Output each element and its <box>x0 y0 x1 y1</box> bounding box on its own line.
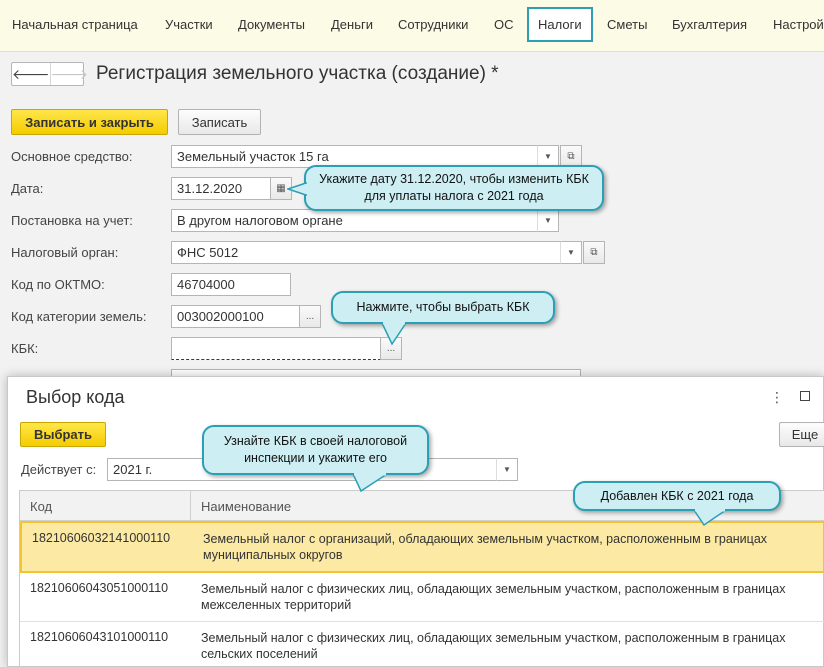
row-code: 18210606043101000110 <box>30 630 169 644</box>
forward-arrow-icon[interactable]: 🡒 <box>51 63 89 85</box>
asset-label: Основное средство: <box>11 149 133 164</box>
nav-item-accounting[interactable]: Бухгалтерия <box>672 17 747 32</box>
nav-item-plots[interactable]: Участки <box>165 17 213 32</box>
table-row[interactable]: 18210606043051000110 Земельный налог с ф… <box>20 573 824 622</box>
save-and-close-button[interactable]: Записать и закрыть <box>11 109 168 135</box>
oktmo-label: Код по ОКТМО: <box>11 277 105 292</box>
table-row[interactable]: 18210606032141000110 Земельный налог с о… <box>20 521 824 573</box>
row-code: 18210606032141000110 <box>32 531 171 545</box>
registration-label: Постановка на учет: <box>11 213 133 228</box>
date-hint-text: Укажите дату 31.12.2020, чтобы изменить … <box>319 172 589 203</box>
save-button[interactable]: Записать <box>178 109 261 135</box>
dialog-title: Выбор кода <box>26 387 125 407</box>
table-row[interactable]: 18210606043101000110 Земельный налог с ф… <box>20 622 824 667</box>
inspection-callout-tail-icon <box>351 473 390 493</box>
history-nav: 🡐 🡒 <box>11 62 88 86</box>
registration-dropdown-icon[interactable]: ▼ <box>537 209 559 232</box>
tax-authority-open-icon[interactable]: ⧉ <box>583 241 605 264</box>
nav-item-settings[interactable]: Настрой <box>773 17 824 32</box>
nav-item-home[interactable]: Начальная страница <box>12 17 138 32</box>
row-name: Земельный налог с физических лиц, облада… <box>201 582 786 612</box>
land-category-label: Код категории земель: <box>11 309 147 324</box>
kbk-hint-text: Нажмите, чтобы выбрать КБК <box>356 300 530 314</box>
added-hint-callout: Добавлен КБК с 2021 года <box>573 481 781 511</box>
date-field[interactable]: 31.12.2020 <box>171 177 271 200</box>
land-category-field[interactable]: 003002000100 <box>171 305 300 328</box>
back-arrow-icon[interactable]: 🡐 <box>12 63 51 85</box>
kbk-label: КБК: <box>11 341 39 356</box>
kbk-field[interactable] <box>171 337 381 360</box>
date-hint-callout: Укажите дату 31.12.2020, чтобы изменить … <box>304 165 604 211</box>
more-options-icon[interactable]: ⋮ <box>770 389 784 406</box>
maximize-icon[interactable] <box>800 391 810 401</box>
valid-from-label: Действует с: <box>21 462 97 477</box>
date-label: Дата: <box>11 181 44 196</box>
added-callout-tail-icon <box>692 509 729 527</box>
nav-item-documents[interactable]: Документы <box>238 17 305 32</box>
row-name: Земельный налог с организаций, обладающи… <box>203 532 768 562</box>
kbk-callout-tail-icon <box>380 322 408 346</box>
kbk-hint-callout: Нажмите, чтобы выбрать КБК <box>331 291 555 324</box>
column-header-code[interactable]: Код <box>20 491 191 520</box>
row-code: 18210606043051000110 <box>30 581 169 595</box>
date-callout-tail-icon <box>287 182 307 196</box>
nav-item-fixed-assets[interactable]: ОС <box>494 17 514 32</box>
oktmo-field[interactable]: 46704000 <box>171 273 291 296</box>
inspection-hint-text: Узнайте КБК в своей налоговой инспекции … <box>223 434 408 465</box>
row-name: Земельный налог с физических лиц, облада… <box>201 631 786 661</box>
more-button[interactable]: Еще <box>779 422 824 447</box>
nav-item-taxes[interactable]: Налоги <box>527 7 593 42</box>
page-title: Регистрация земельного участка (создание… <box>96 63 499 84</box>
select-button[interactable]: Выбрать <box>20 422 106 447</box>
inspection-hint-callout: Узнайте КБК в своей налоговой инспекции … <box>202 425 429 475</box>
tax-authority-dropdown-icon[interactable]: ▼ <box>560 241 582 264</box>
tax-authority-label: Налоговый орган: <box>11 245 119 260</box>
added-hint-text: Добавлен КБК с 2021 года <box>600 488 754 503</box>
nav-item-employees[interactable]: Сотрудники <box>398 17 468 32</box>
tax-authority-field[interactable]: ФНС 5012 <box>171 241 561 264</box>
nav-item-money[interactable]: Деньги <box>331 17 373 32</box>
registration-field[interactable]: В другом налоговом органе <box>171 209 538 232</box>
nav-item-estimates[interactable]: Сметы <box>607 17 647 32</box>
valid-from-dropdown-icon[interactable]: ▼ <box>496 458 518 481</box>
land-category-select-button[interactable]: ... <box>299 305 321 328</box>
top-navigation: Начальная страница Участки Документы Ден… <box>0 0 824 52</box>
column-header-name[interactable]: Наименование <box>191 491 301 520</box>
